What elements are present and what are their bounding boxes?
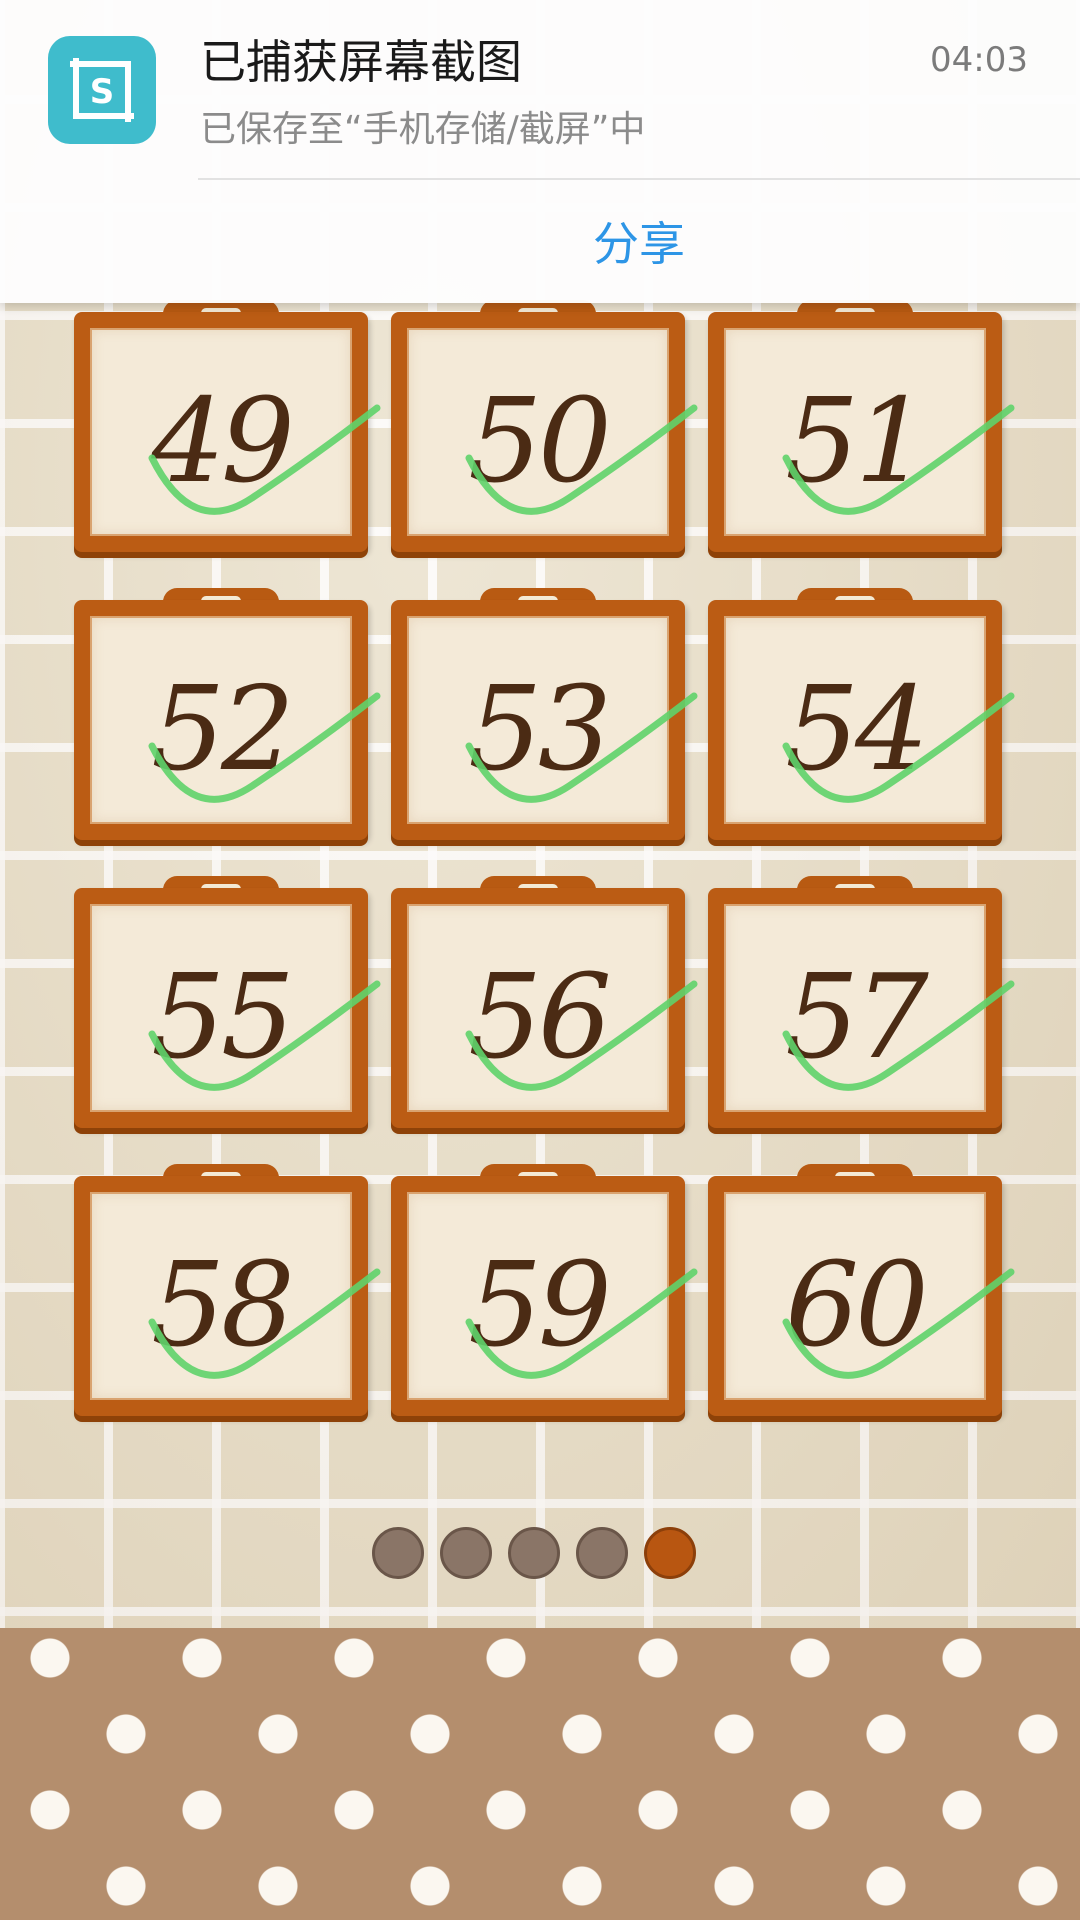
level-card[interactable]: 59 bbox=[391, 1164, 698, 1416]
card-frame: 54 bbox=[708, 600, 1015, 840]
level-card[interactable]: 55 bbox=[74, 876, 381, 1128]
page-indicator bbox=[372, 1527, 696, 1579]
checkmark-icon bbox=[782, 692, 1015, 803]
card-frame: 50 bbox=[391, 312, 698, 552]
level-card[interactable]: 53 bbox=[391, 588, 698, 840]
level-card[interactable]: 58 bbox=[74, 1164, 381, 1416]
card-frame: 52 bbox=[74, 600, 381, 840]
checkmark-icon bbox=[782, 1268, 1015, 1379]
screenshot-notification[interactable]: S 已捕获屏幕截图 04:03 已保存至“手机存储/截屏”中 分享 bbox=[0, 0, 1080, 303]
checkmark-icon bbox=[465, 692, 698, 803]
notification-subtitle: 已保存至“手机存储/截屏”中 bbox=[200, 109, 646, 150]
level-card[interactable]: 56 bbox=[391, 876, 698, 1128]
card-frame: 55 bbox=[74, 888, 381, 1128]
divider bbox=[198, 178, 1080, 180]
card-frame: 56 bbox=[391, 888, 698, 1128]
checkmark-icon bbox=[465, 404, 698, 515]
level-card[interactable]: 50 bbox=[391, 300, 698, 552]
share-button[interactable]: 分享 bbox=[198, 182, 1080, 300]
level-card[interactable]: 51 bbox=[708, 300, 1015, 552]
page-dot-4[interactable] bbox=[576, 1527, 628, 1579]
card-frame: 58 bbox=[74, 1176, 381, 1416]
checkmark-icon bbox=[465, 1268, 698, 1379]
notification-title: 已捕获屏幕截图 bbox=[200, 35, 522, 89]
card-frame: 53 bbox=[391, 600, 698, 840]
level-card[interactable]: 60 bbox=[708, 1164, 1015, 1416]
screenshot-icon: S bbox=[70, 58, 134, 122]
card-frame: 57 bbox=[708, 888, 1015, 1128]
checkmark-icon bbox=[782, 980, 1015, 1091]
card-frame: 60 bbox=[708, 1176, 1015, 1416]
card-frame: 51 bbox=[708, 312, 1015, 552]
card-frame: 49 bbox=[74, 312, 381, 552]
level-card[interactable]: 52 bbox=[74, 588, 381, 840]
screenshot-app-icon: S bbox=[48, 36, 156, 144]
checkmark-icon bbox=[148, 1268, 381, 1379]
page-dot-5-active[interactable] bbox=[644, 1527, 696, 1579]
checkmark-icon bbox=[148, 692, 381, 803]
level-grid: 49 50 51 52 53 54 55 56 57 58 59 60 bbox=[74, 300, 1015, 1416]
checkmark-icon bbox=[782, 404, 1015, 515]
page-dot-3[interactable] bbox=[508, 1527, 560, 1579]
page-dot-2[interactable] bbox=[440, 1527, 492, 1579]
notification-time: 04:03 bbox=[930, 40, 1028, 80]
level-card[interactable]: 54 bbox=[708, 588, 1015, 840]
checkmark-icon bbox=[465, 980, 698, 1091]
app-icon-letter: S bbox=[90, 72, 115, 112]
polka-dot-floor bbox=[0, 1628, 1080, 1920]
page-dot-1[interactable] bbox=[372, 1527, 424, 1579]
card-frame: 59 bbox=[391, 1176, 698, 1416]
checkmark-icon bbox=[148, 404, 381, 515]
level-card[interactable]: 57 bbox=[708, 876, 1015, 1128]
checkmark-icon bbox=[148, 980, 381, 1091]
level-card[interactable]: 49 bbox=[74, 300, 381, 552]
